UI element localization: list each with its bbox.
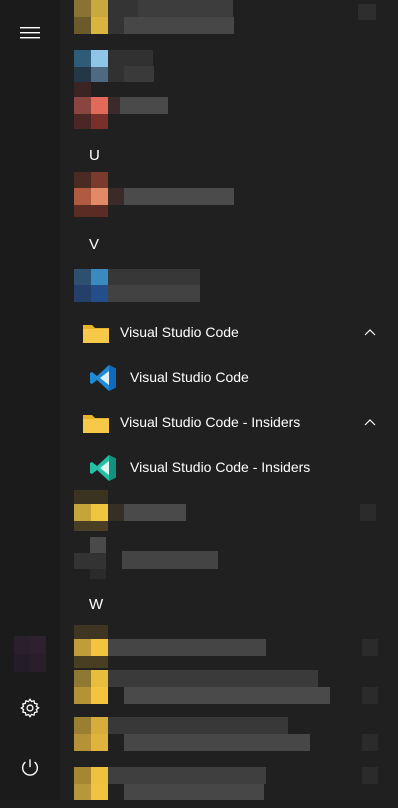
power-icon <box>19 757 41 784</box>
app-label: Visual Studio Code - Insiders <box>130 459 311 475</box>
list-item[interactable] <box>60 717 398 762</box>
hamburger-icon <box>20 26 40 45</box>
gear-icon <box>19 697 41 724</box>
chevron-up-icon[interactable] <box>362 324 378 340</box>
start-menu-rail <box>0 0 60 800</box>
section-letter-w[interactable]: W <box>89 590 129 620</box>
list-item[interactable] <box>60 269 398 314</box>
list-item[interactable] <box>60 535 398 580</box>
power-button[interactable] <box>0 746 60 794</box>
app-label: Visual Studio Code <box>130 369 249 385</box>
folder-visual-studio-code[interactable]: Visual Studio Code <box>60 310 398 355</box>
list-item[interactable] <box>60 0 398 45</box>
list-item[interactable] <box>60 490 398 535</box>
settings-button[interactable] <box>0 686 60 734</box>
folder-icon <box>81 408 111 438</box>
folder-label: Visual Studio Code <box>120 324 239 340</box>
vscode-icon <box>88 363 118 393</box>
list-item[interactable] <box>60 82 398 129</box>
section-letter-v[interactable]: V <box>89 230 129 260</box>
vscode-insiders-icon <box>88 453 118 483</box>
section-letter-u[interactable]: U <box>89 141 129 171</box>
app-visual-studio-code-insiders[interactable]: Visual Studio Code - Insiders <box>60 445 398 490</box>
folder-icon <box>81 318 111 348</box>
expand-menu-button[interactable] <box>0 11 60 59</box>
list-item[interactable] <box>60 763 398 808</box>
folder-visual-studio-code-insiders[interactable]: Visual Studio Code - Insiders <box>60 400 398 445</box>
list-item[interactable] <box>60 625 398 670</box>
app-visual-studio-code[interactable]: Visual Studio Code <box>60 355 398 400</box>
app-list[interactable]: U V Visual Studio Code Visual Studio Cod… <box>60 0 398 800</box>
folder-label: Visual Studio Code - Insiders <box>120 414 301 430</box>
avatar[interactable] <box>14 636 46 672</box>
list-item[interactable] <box>60 172 398 217</box>
list-item[interactable] <box>60 670 398 715</box>
chevron-up-icon[interactable] <box>362 414 378 430</box>
